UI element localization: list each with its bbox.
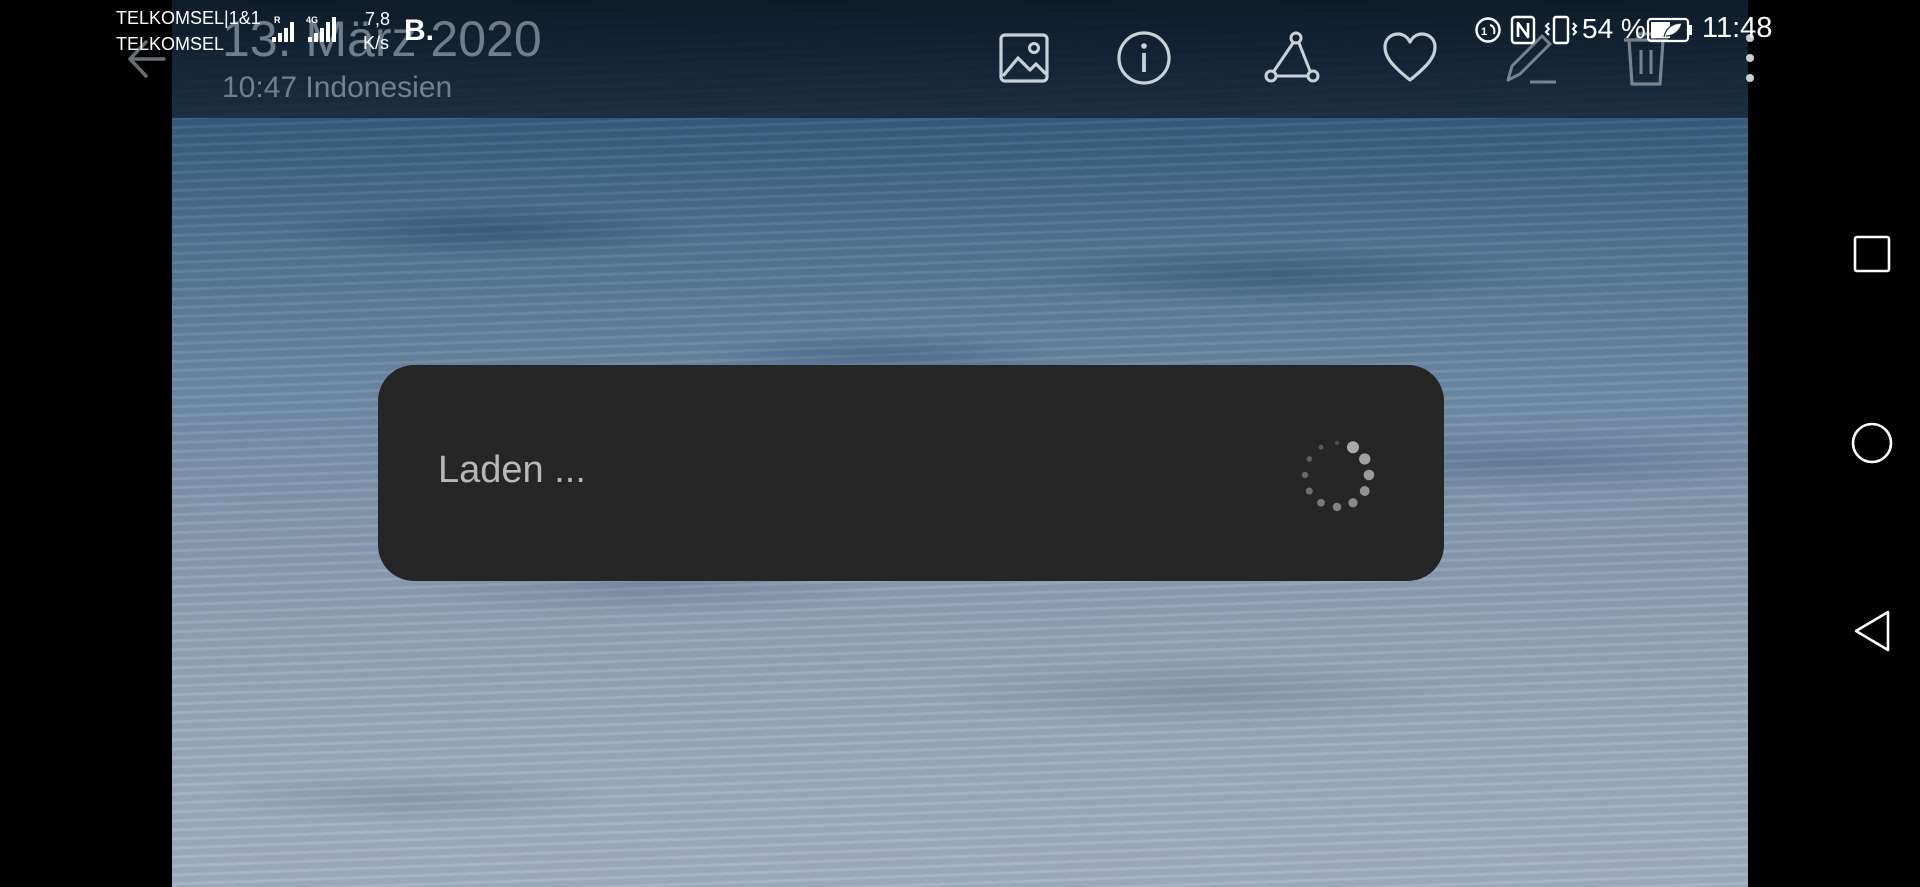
- status-clock: 11:48: [1702, 12, 1773, 44]
- app-notification-label: B.: [404, 14, 434, 47]
- triangle-back-icon: [1854, 610, 1890, 652]
- carrier-name-secondary: TELKOMSEL: [116, 34, 225, 54]
- loading-text: Laden ...: [438, 449, 586, 491]
- vibrate-icon: [1544, 15, 1578, 45]
- battery-saver-icon: [1646, 17, 1692, 43]
- info-button[interactable]: [1114, 28, 1174, 88]
- nfc-icon: [1510, 15, 1536, 45]
- share-button[interactable]: [1262, 28, 1322, 88]
- battery-percentage: 54 %: [1582, 13, 1646, 44]
- svg-text:1: 1: [1481, 26, 1487, 38]
- spinner-dot: [1359, 486, 1370, 496]
- hd-call-icon: 1: [1475, 17, 1501, 43]
- svg-text:4G: 4G: [306, 15, 318, 25]
- photo-time-location: 10:47 Indonesien: [222, 71, 453, 104]
- spinner-dot: [1305, 487, 1313, 495]
- info-icon: [1117, 31, 1171, 85]
- heart-icon: [1383, 32, 1437, 82]
- loading-spinner-icon: [1301, 440, 1375, 512]
- favorite-button[interactable]: [1380, 28, 1440, 88]
- svg-text:R: R: [274, 15, 281, 25]
- spinner-dot: [1332, 502, 1342, 512]
- square-icon: [1853, 235, 1891, 273]
- carrier-name-primary: TELKOMSEL|1&1: [116, 8, 261, 28]
- spinner-dot: [1348, 498, 1358, 508]
- network-speed-unit: K/s: [363, 33, 390, 53]
- home-button[interactable]: [1850, 421, 1894, 465]
- spinner-dot: [1359, 453, 1371, 465]
- spinner-dot: [1363, 469, 1375, 481]
- 4g-signal-icon: 4G: [306, 15, 336, 42]
- image-button[interactable]: [994, 28, 1054, 88]
- image-icon: [999, 33, 1049, 83]
- spinner-dot: [1318, 444, 1324, 450]
- spinner-dot: [1317, 498, 1325, 507]
- spinner-dot: [1301, 471, 1309, 479]
- photo-viewer-screen: 13. März 2020 10:47 Indonesien TELKOMSEL…: [0, 0, 1920, 887]
- back-button[interactable]: [1852, 609, 1892, 653]
- roaming-signal-icon: R: [272, 15, 294, 42]
- network-speed-value: 7,8: [365, 9, 391, 29]
- spinner-dot: [1306, 456, 1313, 462]
- circle-icon: [1851, 422, 1893, 464]
- spinner-dot: [1334, 440, 1340, 446]
- recents-button[interactable]: [1852, 234, 1892, 274]
- share-icon: [1264, 31, 1320, 83]
- loading-dialog: Laden ...: [378, 365, 1444, 581]
- spinner-dot: [1347, 441, 1359, 454]
